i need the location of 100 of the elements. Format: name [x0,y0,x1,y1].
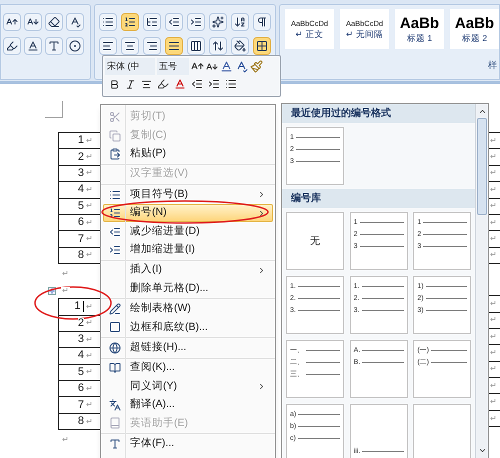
paragraph-mark: ↵ [86,319,93,328]
clipboard-icon [109,148,121,160]
grow-font-icon[interactable] [3,13,21,31]
brush-icon [250,60,263,73]
book-icon [109,417,121,430]
align-center-icon[interactable] [121,37,140,55]
table-cell: 2 [78,152,84,163]
numbering-option[interactable]: 无 [286,212,344,270]
menu-item[interactable]: 查阅(K)... [103,359,273,378]
size-dropdown[interactable]: 五号 [157,58,189,75]
paragraph-mark: ↵ [490,398,497,406]
outdent-icon[interactable] [165,13,184,31]
menu-item[interactable]: 超链接(H)... [103,338,273,358]
paragraph-mark: ↵ [86,352,93,360]
paragraph-mark: ↵ [86,153,93,162]
style-option[interactable]: AaBb 标题 1 [395,9,444,49]
paragraph-mark: ↵ [490,365,497,374]
highlighter-icon[interactable] [3,37,21,55]
menu-item[interactable]: 粘贴(P) [103,144,273,164]
indent-icon[interactable] [187,13,206,31]
table-cell: 2 [78,318,84,329]
numbered-list-icon[interactable] [121,13,140,31]
paragraph-mark: ↵ [490,348,497,357]
pencil-icon [109,303,121,316]
menu-item[interactable]: 删除单元格(D)... [103,280,273,298]
outdent-icon [191,78,203,90]
paragraph-mark: ↵ [86,336,93,344]
section-header: 编号库 [291,191,321,206]
paragraph-mark: ↵ [490,382,497,390]
menu-item[interactable]: 编号(N) [103,204,273,222]
paragraph-mark: ↵ [490,169,497,178]
copy-icon [109,130,121,142]
paragraph-mark: ↵ [86,136,93,145]
bold-icon [109,78,120,90]
paragraph-mark: ↵ [86,218,93,227]
align-left-icon[interactable] [99,37,118,55]
paragraph-mark: ↵ [490,251,497,260]
font-color-icon[interactable] [24,37,42,55]
table-cell: 5 [78,366,84,378]
scissors-icon [109,111,121,124]
table-cell: 3 [78,168,84,179]
menu-item[interactable]: 减少缩进量(D) [103,222,273,241]
globe-icon [109,342,121,354]
paragraph-mark: ↵ [86,384,93,393]
sort-icon[interactable] [231,13,250,31]
paragraph-mark: ↵ [490,300,497,308]
scroll-thumb[interactable] [477,118,487,215]
style-option[interactable]: AaBb 标题 2 [450,9,499,49]
numbered-list-icon [109,207,121,220]
paragraph-mark: ↵ [490,235,497,244]
paragraph-mark: ↵ [86,186,93,194]
text-effect-icon [220,60,233,73]
indent-icon [208,78,220,90]
table-cell: 3 [78,334,84,346]
paragraph-mark-icon[interactable] [253,13,272,31]
table-cell: 7 [78,234,84,245]
menu-item[interactable]: 项目符号(B) [103,186,273,204]
scrollbar[interactable] [475,104,488,458]
shrink-font-icon[interactable] [24,13,42,31]
distribute-icon[interactable] [187,37,206,55]
menu-item[interactable]: 增加缩进量(I) [103,240,273,260]
menu-item[interactable]: 同义词(Y) [103,377,273,396]
paragraph-mark: ↵ [86,251,93,260]
paragraph-mark: ↵ [490,218,497,227]
highlighter-icon [157,78,169,90]
border-icon[interactable] [253,37,272,55]
font-dropdown[interactable]: 宋体 (中 [105,58,155,75]
menu-item[interactable]: 字体(F)... [103,434,273,454]
align-right-icon[interactable] [143,37,162,55]
eraser-icon[interactable] [45,13,63,31]
menu-item[interactable]: 边框和底纹(B)... [103,318,273,337]
paragraph-mark: ↵ [86,401,93,410]
menu-item[interactable]: 绘制表格(W) [103,300,273,318]
paragraph-mark: ↵ [61,287,70,296]
paragraph-mark: ↵ [86,235,93,244]
menu-item[interactable]: 插入(I) [103,261,273,280]
phonetic-icon[interactable] [66,13,84,31]
outdent-icon [109,226,121,238]
section-header: 最近使用过的编号格式 [291,106,391,121]
book-icon [109,362,121,374]
table-cell: 6 [78,217,84,228]
table-cell: 8 [78,416,84,428]
paragraph-mark: ↵ [86,418,93,426]
paragraph-mark: ↵ [86,368,93,376]
align-center-icon [141,78,152,90]
justify-icon[interactable] [165,37,184,55]
margin-corner-mark [45,101,63,118]
paragraph-mark: ↵ [62,270,69,278]
bullet-list-icon[interactable] [99,13,118,31]
paragraph-mark: ↵ [490,153,497,162]
paragraph-mark: ↵ [86,202,93,210]
scroll-down-icon [478,446,486,455]
translate-icon [109,399,121,412]
menu-item[interactable]: 翻译(A)... [103,396,273,414]
multilevel-list-icon[interactable] [143,13,162,31]
line-spacing-icon[interactable] [209,37,228,55]
paragraph-mark: ↵ [490,332,497,341]
paragraph-mark: ↵ [490,414,497,423]
font-color-icon [174,78,186,90]
square-icon [109,321,121,334]
